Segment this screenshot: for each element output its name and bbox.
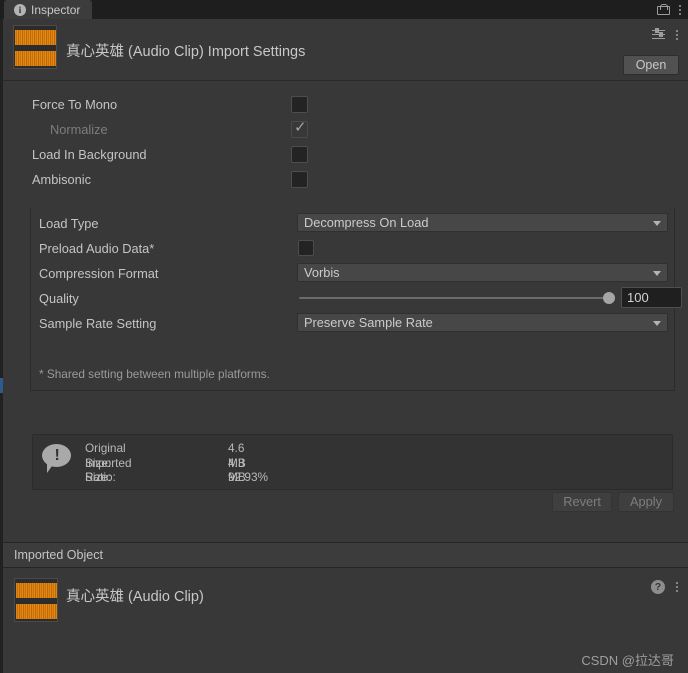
row-compression-format: Compression Format Vorbis <box>31 262 676 287</box>
chevron-down-icon <box>653 271 661 276</box>
checkbox-load-in-background[interactable] <box>291 146 308 163</box>
tab-inspector-label: Inspector <box>31 2 81 17</box>
label-load-type: Load Type <box>39 216 99 231</box>
label-quality: Quality <box>39 291 79 306</box>
dropdown-sample-rate-setting[interactable]: Preserve Sample Rate <box>297 313 668 332</box>
info-value-ratio: 92.93% <box>228 470 269 484</box>
shared-setting-note: * Shared setting between multiple platfo… <box>39 367 270 381</box>
row-load-in-background[interactable]: Load In Background <box>3 142 688 167</box>
row-ambisonic[interactable]: Ambisonic <box>3 167 688 192</box>
quality-slider[interactable]: 100 <box>297 287 682 308</box>
importer-body: 真心英雄 (Audio Clip) Import Settings Open F… <box>0 19 688 542</box>
help-circle-icon[interactable]: ? <box>651 580 665 594</box>
label-sample-rate-setting: Sample Rate Setting <box>39 316 157 331</box>
checkbox-force-to-mono[interactable] <box>291 96 308 113</box>
label-force-to-mono: Force To Mono <box>32 97 118 112</box>
window-tabbar: i Inspector <box>0 0 688 19</box>
audio-waveform-icon <box>13 25 57 69</box>
tab-inspector[interactable]: i Inspector <box>4 0 93 19</box>
dropdown-sample-rate-setting-value: Preserve Sample Rate <box>304 315 433 330</box>
kebab-menu-icon[interactable] <box>675 582 679 592</box>
selection-accent-marker <box>0 378 3 393</box>
importer-header: 真心英雄 (Audio Clip) Import Settings Open <box>3 19 688 81</box>
inspector-window: i Inspector 真心英雄 (Audio Clip) Import Set… <box>0 0 688 673</box>
kebab-menu-icon[interactable] <box>675 29 679 40</box>
apply-button[interactable]: Apply <box>618 492 674 512</box>
checkbox-normalize <box>291 118 308 138</box>
row-normalize: Normalize <box>3 117 688 142</box>
dropdown-compression-format-value: Vorbis <box>304 265 340 280</box>
footer-area: CSDN @拉达哥 <box>0 644 688 673</box>
kebab-menu-icon[interactable] <box>678 4 682 15</box>
imported-object-title: 真心英雄 (Audio Clip) <box>66 589 204 605</box>
info-bubble-icon: ! <box>42 444 72 473</box>
import-info-box: ! Original Size: 4.6 MB Imported Size: 4… <box>32 434 673 490</box>
row-force-to-mono[interactable]: Force To Mono <box>3 92 688 117</box>
label-load-in-background: Load In Background <box>32 147 147 162</box>
row-quality: Quality 100 <box>31 287 682 312</box>
checkbox-preload-audio-data[interactable] <box>298 240 314 256</box>
imported-object-actions: ? <box>651 580 679 594</box>
checkbox-ambisonic[interactable] <box>291 171 308 188</box>
audio-waveform-icon <box>14 578 58 622</box>
platform-settings-panel: Load Type Decompress On Load Preload Aud… <box>30 208 682 391</box>
page-title: 真心英雄 (Audio Clip) Import Settings <box>66 44 306 60</box>
label-preload-audio-data: Preload Audio Data* <box>39 241 155 256</box>
imported-object-panel: 真心英雄 (Audio Clip) ? <box>0 568 688 644</box>
lock-icon[interactable] <box>657 4 670 15</box>
dropdown-load-type[interactable]: Decompress On Load <box>297 213 668 232</box>
watermark: CSDN @拉达哥 <box>581 653 674 668</box>
importer-action-buttons: Revert Apply <box>552 492 674 512</box>
imported-object-header: Imported Object <box>0 542 688 568</box>
slider-track[interactable] <box>299 297 612 299</box>
revert-button[interactable]: Revert <box>552 492 612 512</box>
dropdown-compression-format[interactable]: Vorbis <box>297 263 668 282</box>
open-button[interactable]: Open <box>623 55 679 75</box>
label-compression-format: Compression Format <box>39 266 159 281</box>
imported-object-label: Imported Object <box>14 548 103 562</box>
dropdown-load-type-value: Decompress On Load <box>304 215 429 230</box>
row-sample-rate-setting: Sample Rate Setting Preserve Sample Rate <box>31 312 676 337</box>
importer-header-actions <box>652 28 679 40</box>
slider-handle[interactable] <box>603 292 615 304</box>
row-load-type: Load Type Decompress On Load <box>31 212 676 237</box>
quality-value-field[interactable]: 100 <box>621 287 682 308</box>
chevron-down-icon <box>653 221 661 226</box>
preset-sliders-icon[interactable] <box>652 28 665 40</box>
general-settings-list: Force To Mono Normalize Load In Backgrou… <box>3 81 688 192</box>
tabbar-actions <box>657 0 682 19</box>
chevron-down-icon <box>653 321 661 326</box>
info-circle-icon: i <box>14 3 26 16</box>
info-key-ratio: Ratio: <box>85 470 116 484</box>
label-normalize: Normalize <box>50 122 108 137</box>
label-ambisonic: Ambisonic <box>32 172 92 187</box>
row-preload-audio-data: Preload Audio Data* <box>31 237 676 262</box>
